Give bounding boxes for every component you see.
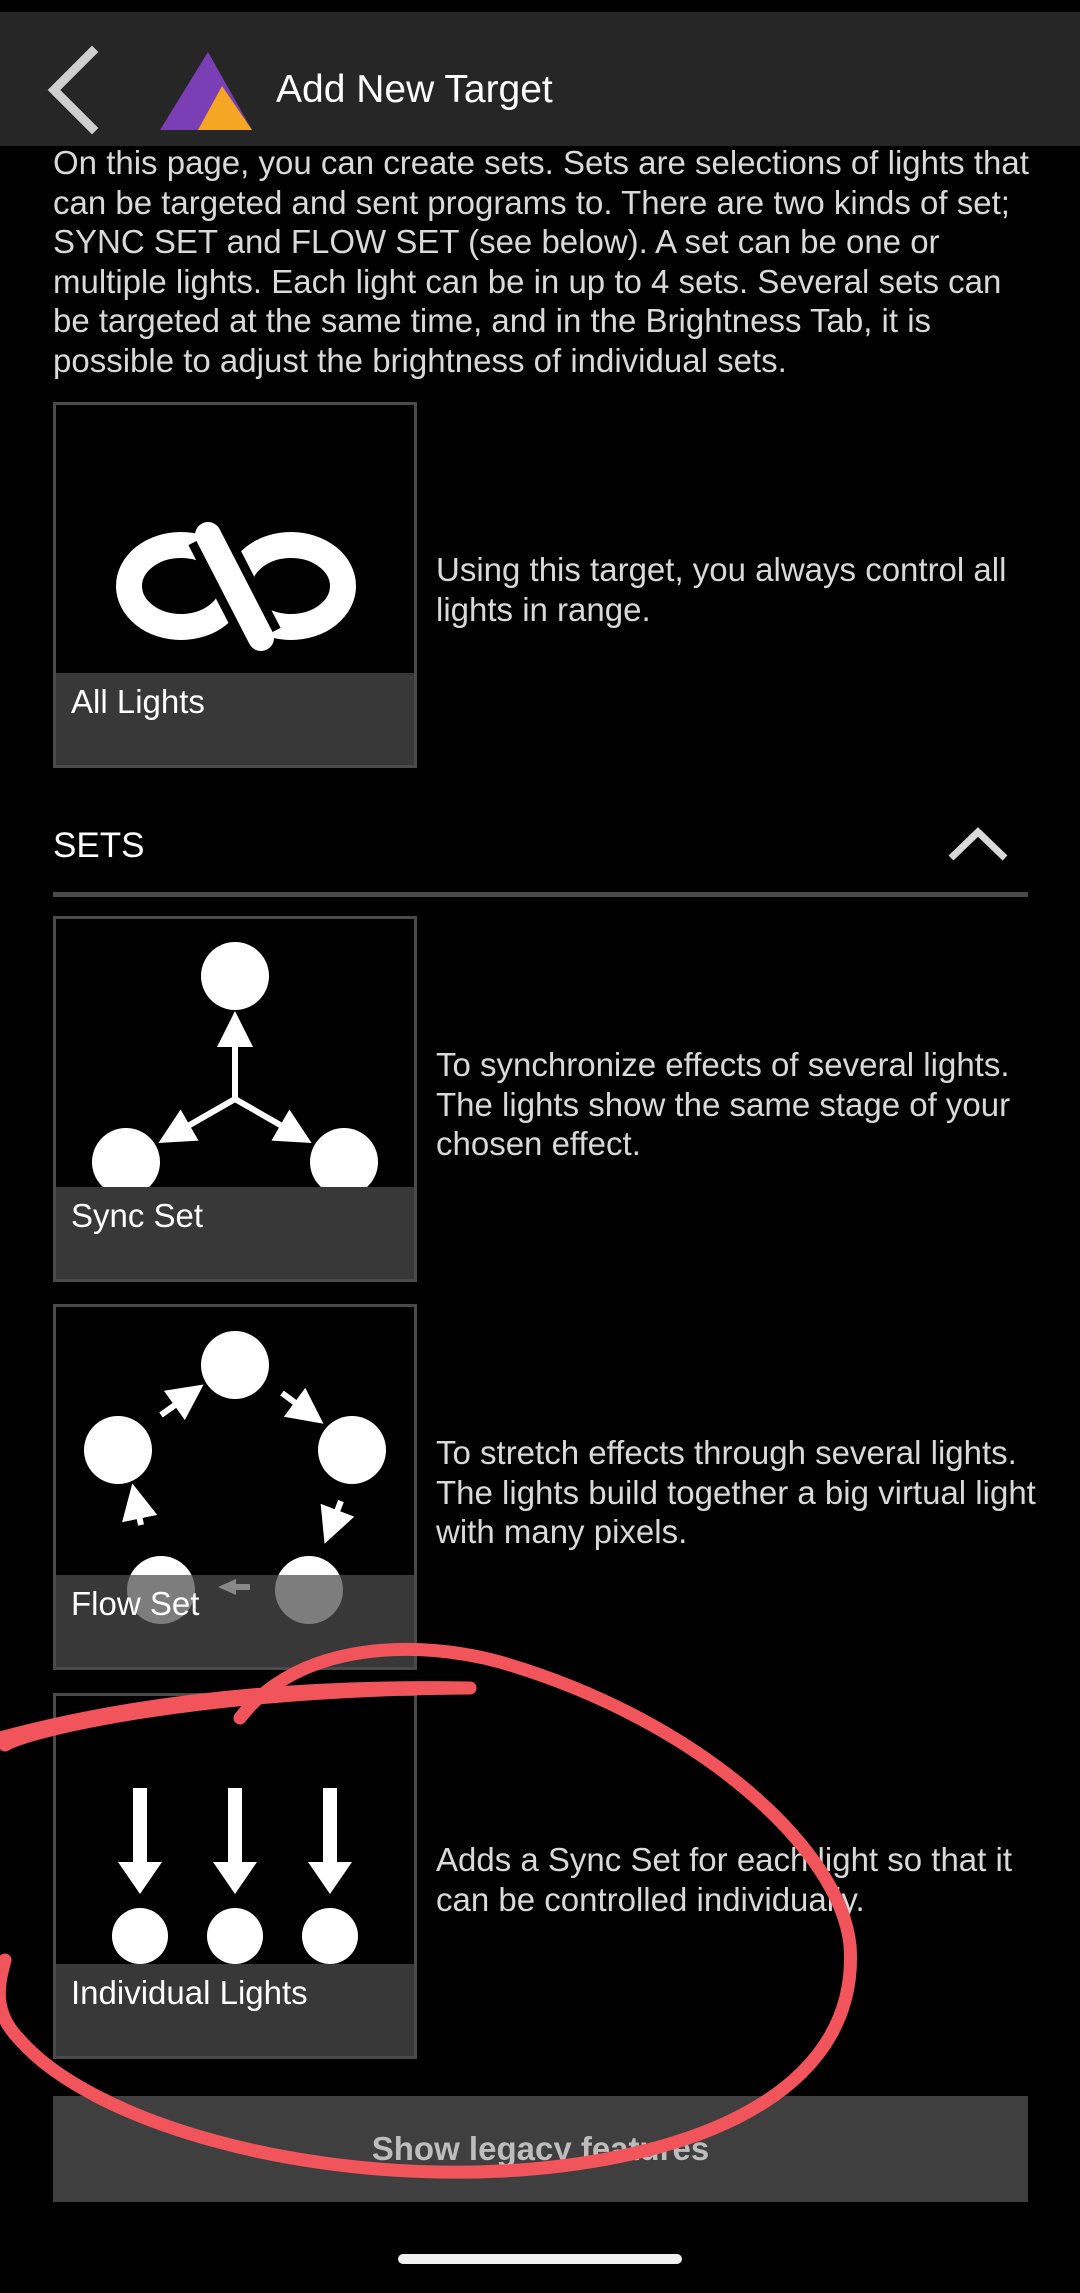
- chevron-up-icon[interactable]: [945, 822, 1011, 868]
- sync-set-description: To synchronize effects of several lights…: [436, 1046, 1011, 1163]
- individual-lights-description: Adds a Sync Set for each light so that i…: [436, 1841, 1012, 1918]
- sets-section-title: SETS: [53, 826, 145, 865]
- page-title: Add New Target: [276, 68, 553, 111]
- all-lights-card[interactable]: All Lights: [53, 402, 417, 768]
- sync-set-label: Sync Set: [71, 1197, 204, 1234]
- show-legacy-features-button[interactable]: Show legacy features: [53, 2096, 1028, 2202]
- home-indicator[interactable]: [398, 2254, 682, 2264]
- app-bar: Add New Target: [0, 12, 1080, 146]
- card-label-bar: Individual Lights: [56, 1964, 414, 2056]
- flow-set-card[interactable]: Flow Set: [53, 1304, 417, 1670]
- individual-lights-label: Individual Lights: [71, 1974, 308, 2011]
- sync-set-card[interactable]: Sync Set: [53, 916, 417, 1282]
- card-label-bar: Sync Set: [56, 1187, 414, 1279]
- app-logo-icon: [160, 52, 252, 130]
- flow-set-overlap-decoration: [127, 1575, 343, 1624]
- individual-lights-card[interactable]: Individual Lights: [53, 1693, 417, 2059]
- all-lights-label: All Lights: [71, 683, 205, 720]
- card-label-bar: All Lights: [56, 673, 414, 765]
- individual-lights-icon: [112, 1788, 358, 1964]
- infinity-icon: [116, 522, 356, 651]
- chevron-left-icon[interactable]: [40, 40, 120, 140]
- flow-set-icon: [84, 1331, 386, 1575]
- intro-text: On this page, you can create sets. Sets …: [53, 144, 1029, 379]
- section-divider: [53, 892, 1028, 897]
- all-lights-description: Using this target, you always control al…: [436, 551, 1007, 628]
- status-bar: [0, 0, 1080, 12]
- flow-set-description: To stretch effects through several light…: [436, 1434, 1036, 1551]
- sync-set-icon: [92, 942, 378, 1187]
